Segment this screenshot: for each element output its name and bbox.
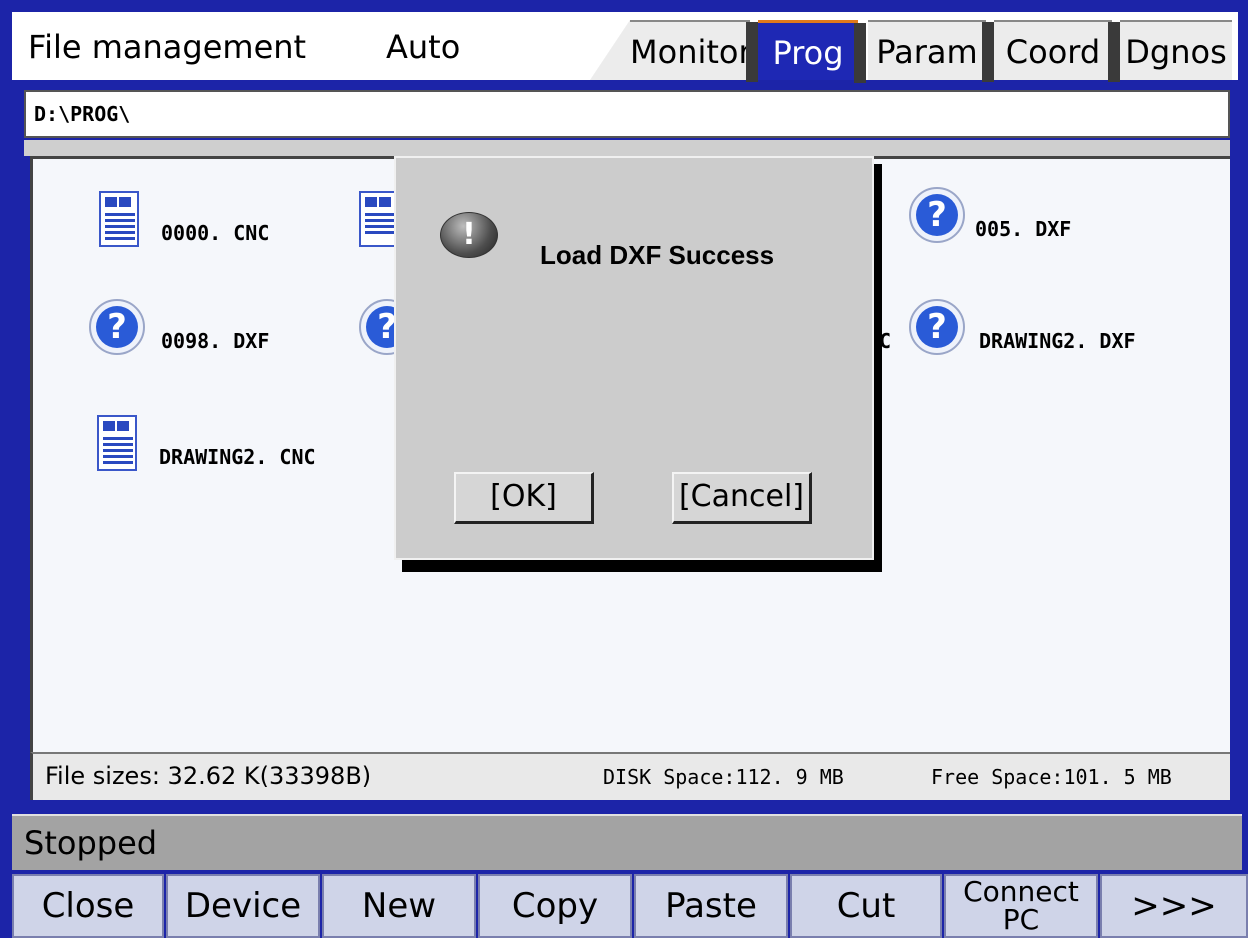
file-name: DRAWING2. CNC xyxy=(159,445,316,469)
softkey-connect-line2: PC xyxy=(1002,903,1040,936)
file-name: 0098. DXF xyxy=(161,329,270,353)
file-item[interactable]: ? 005. DXF xyxy=(909,187,1129,247)
dxf-unknown-icon: ? xyxy=(359,299,395,355)
exclamation-icon: ! xyxy=(440,212,498,258)
mode-title: File management xyxy=(28,28,307,66)
run-mode-label: Auto xyxy=(386,28,461,66)
file-item-partial[interactable]: C xyxy=(879,299,903,359)
file-name: DRAWING2. DXF xyxy=(979,329,1136,353)
softkey-copy[interactable]: Copy xyxy=(478,874,632,938)
cancel-button[interactable]: [Cancel] xyxy=(672,472,812,524)
softkey-bar: Close Device New Copy Paste Cut Connect … xyxy=(12,874,1248,938)
header-bar: File management Auto Monitor Prog Param … xyxy=(12,12,1238,83)
softkey-cut[interactable]: Cut xyxy=(790,874,942,938)
file-item[interactable]: DRAWING2. CNC xyxy=(97,415,377,475)
tab-prog[interactable]: Prog xyxy=(758,20,866,83)
dxf-unknown-icon: ? xyxy=(89,299,145,355)
softkey-device[interactable]: Device xyxy=(166,874,320,938)
path-separator xyxy=(24,140,1230,156)
tab-strip: Monitor Prog Param Coord Dgnos xyxy=(590,12,1238,83)
file-size-text: File sizes: 32.62 K(33398B) xyxy=(45,762,372,790)
machine-status-bar: Stopped xyxy=(12,814,1242,870)
softkey-close[interactable]: Close xyxy=(12,874,164,938)
free-space-text: Free Space:101. 5 MB xyxy=(931,765,1172,789)
softkey-connect-pc[interactable]: Connect PC xyxy=(944,874,1098,938)
softkey-paste[interactable]: Paste xyxy=(634,874,788,938)
machine-status-text: Stopped xyxy=(24,824,158,862)
tab-dgnos[interactable]: Dgnos xyxy=(1120,20,1232,80)
message-dialog: ! Load DXF Success [OK] [Cancel] xyxy=(394,156,874,560)
cnc-document-icon xyxy=(99,191,139,247)
dxf-unknown-icon: ? xyxy=(909,299,965,355)
tab-coord[interactable]: Coord xyxy=(994,20,1120,82)
tab-monitor[interactable]: Monitor xyxy=(630,20,758,82)
cnc-document-icon xyxy=(97,415,137,471)
cnc-document-icon xyxy=(359,191,399,247)
softkey-more[interactable]: >>> xyxy=(1100,874,1248,938)
file-info-bar: File sizes: 32.62 K(33398B) DISK Space:1… xyxy=(30,752,1230,800)
tab-strip-slant xyxy=(590,20,630,80)
dxf-unknown-icon: ? xyxy=(909,187,965,243)
file-name: 0000. CNC xyxy=(161,221,270,245)
tab-param[interactable]: Param xyxy=(868,20,994,82)
path-text: D:\PROG\ xyxy=(34,102,131,126)
path-bar[interactable]: D:\PROG\ xyxy=(24,90,1230,138)
dialog-message: Load DXF Success xyxy=(540,240,775,270)
file-name: 005. DXF xyxy=(975,217,1072,241)
softkey-new[interactable]: New xyxy=(322,874,476,938)
softkey-connect-line1: Connect xyxy=(963,875,1079,908)
file-item[interactable]: 0000. CNC xyxy=(99,191,319,251)
file-item[interactable]: ? 0098. DXF xyxy=(89,299,309,359)
file-item-partial[interactable]: ? xyxy=(359,299,395,359)
file-item-partial[interactable] xyxy=(359,191,399,251)
file-item[interactable]: ? DRAWING2. DXF xyxy=(909,299,1209,359)
disk-space-text: DISK Space:112. 9 MB xyxy=(603,765,844,789)
ok-button[interactable]: [OK] xyxy=(454,472,594,524)
